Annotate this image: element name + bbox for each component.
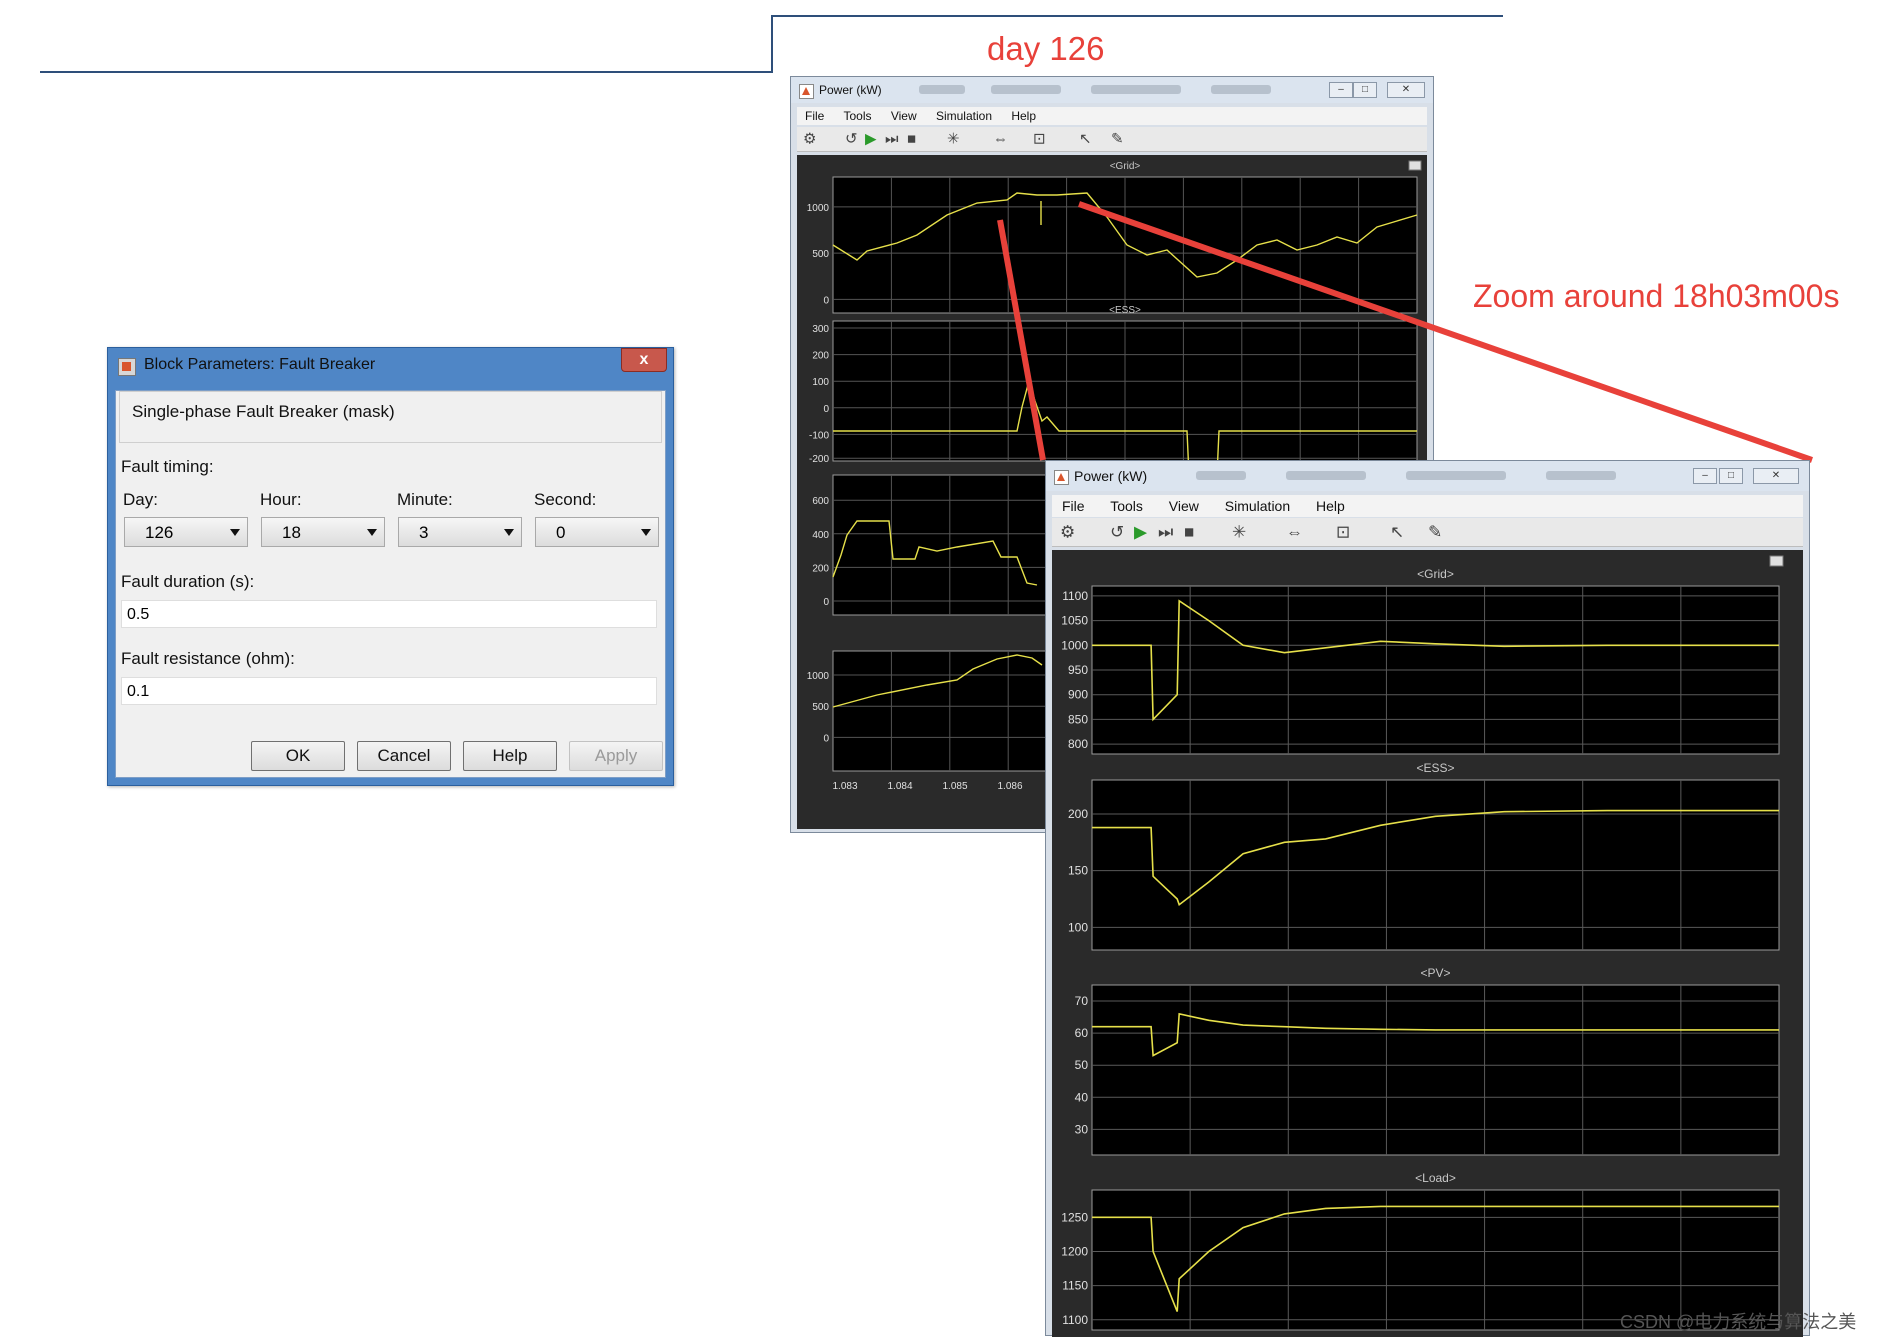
y-tick-label: 150 xyxy=(1068,864,1088,878)
y-tick-label: 70 xyxy=(1075,994,1089,1008)
blurred-title-text xyxy=(1286,471,1366,480)
y-tick-label: 1100 xyxy=(1062,1313,1088,1327)
y-tick-label: 850 xyxy=(1068,712,1088,726)
blurred-title-text xyxy=(1196,471,1246,480)
blurred-title-text xyxy=(1406,471,1506,480)
y-tick-label: 1100 xyxy=(1062,589,1088,603)
y-tick-label: 1150 xyxy=(1062,1279,1088,1293)
y-tick-label: 1200 xyxy=(1061,1244,1088,1258)
scope-plot-area: <Grid> 1100 1050 1000 950 900 850 800 <ESS> 200 15… xyxy=(1052,550,1803,1337)
zoomed-plots: <Grid> 1100 1050 1000 950 900 850 800 <ESS> 200 15… xyxy=(1061,555,1784,1331)
plot-title: <Load> xyxy=(1415,1171,1456,1185)
menu-help[interactable]: Help xyxy=(1316,498,1345,514)
undock-icon xyxy=(1769,555,1784,567)
y-tick-label: 40 xyxy=(1075,1090,1089,1104)
maximize-icon[interactable]: □ xyxy=(1719,468,1743,484)
menu-view[interactable]: View xyxy=(1169,498,1199,514)
y-tick-label: 1050 xyxy=(1061,614,1088,628)
settings-icon[interactable]: ⚙ xyxy=(1060,524,1075,541)
plot-title: <ESS> xyxy=(1416,761,1454,775)
run-icon[interactable]: ▶ xyxy=(1134,524,1147,541)
scope-titlebar[interactable]: Power (kW) – □ ✕ xyxy=(1046,461,1809,491)
menu-tools[interactable]: Tools xyxy=(1110,498,1143,514)
step-forward-icon[interactable]: ⏭ xyxy=(1158,524,1173,541)
highlight-icon[interactable]: ✳ xyxy=(1232,524,1246,541)
zoom-x-icon[interactable]: ⇔ xyxy=(1286,524,1303,541)
y-tick-label: 1000 xyxy=(1061,638,1088,652)
watermark: CSDN @电力系统与算法之美 xyxy=(1620,1312,1857,1332)
edit-icon[interactable]: ✎ xyxy=(1428,524,1442,541)
menu-simulation[interactable]: Simulation xyxy=(1225,498,1290,514)
y-tick-label: 100 xyxy=(1068,920,1088,934)
menu-file[interactable]: File xyxy=(1062,498,1085,514)
cursor-icon[interactable]: ↖ xyxy=(1390,524,1404,541)
y-tick-label: 1250 xyxy=(1061,1210,1088,1224)
y-tick-label: 900 xyxy=(1068,688,1088,702)
autoscale-icon[interactable]: ⊡ xyxy=(1336,524,1350,541)
close-icon[interactable]: ✕ xyxy=(1753,468,1799,484)
y-tick-label: 950 xyxy=(1068,663,1088,677)
stop-icon[interactable]: ■ xyxy=(1184,524,1194,541)
y-tick-label: 60 xyxy=(1075,1026,1089,1040)
plot-frame xyxy=(1091,779,1780,951)
blurred-title-text xyxy=(1546,471,1616,480)
scope-toolbar: ⚙ ↺ ▶ ⏭ ■ ✳ ⇔ ⊡ ↖ ✎ xyxy=(1052,518,1803,547)
plot-title: <PV> xyxy=(1420,966,1450,980)
plot-title: <Grid> xyxy=(1417,567,1454,581)
step-back-icon[interactable]: ↺ xyxy=(1110,524,1124,541)
scope-title: Power (kW) xyxy=(1074,468,1148,484)
y-tick-label: 50 xyxy=(1075,1058,1089,1072)
y-tick-label: 30 xyxy=(1075,1122,1089,1136)
scope-window-zoomed: Power (kW) – □ ✕ File Tools View Simulat… xyxy=(1045,460,1810,1337)
y-tick-label: 200 xyxy=(1068,807,1088,821)
y-tick-label: 800 xyxy=(1068,737,1088,751)
scope-menubar: File Tools View Simulation Help xyxy=(1052,495,1803,517)
matlab-icon xyxy=(1054,470,1069,485)
minimize-icon[interactable]: – xyxy=(1693,468,1717,484)
